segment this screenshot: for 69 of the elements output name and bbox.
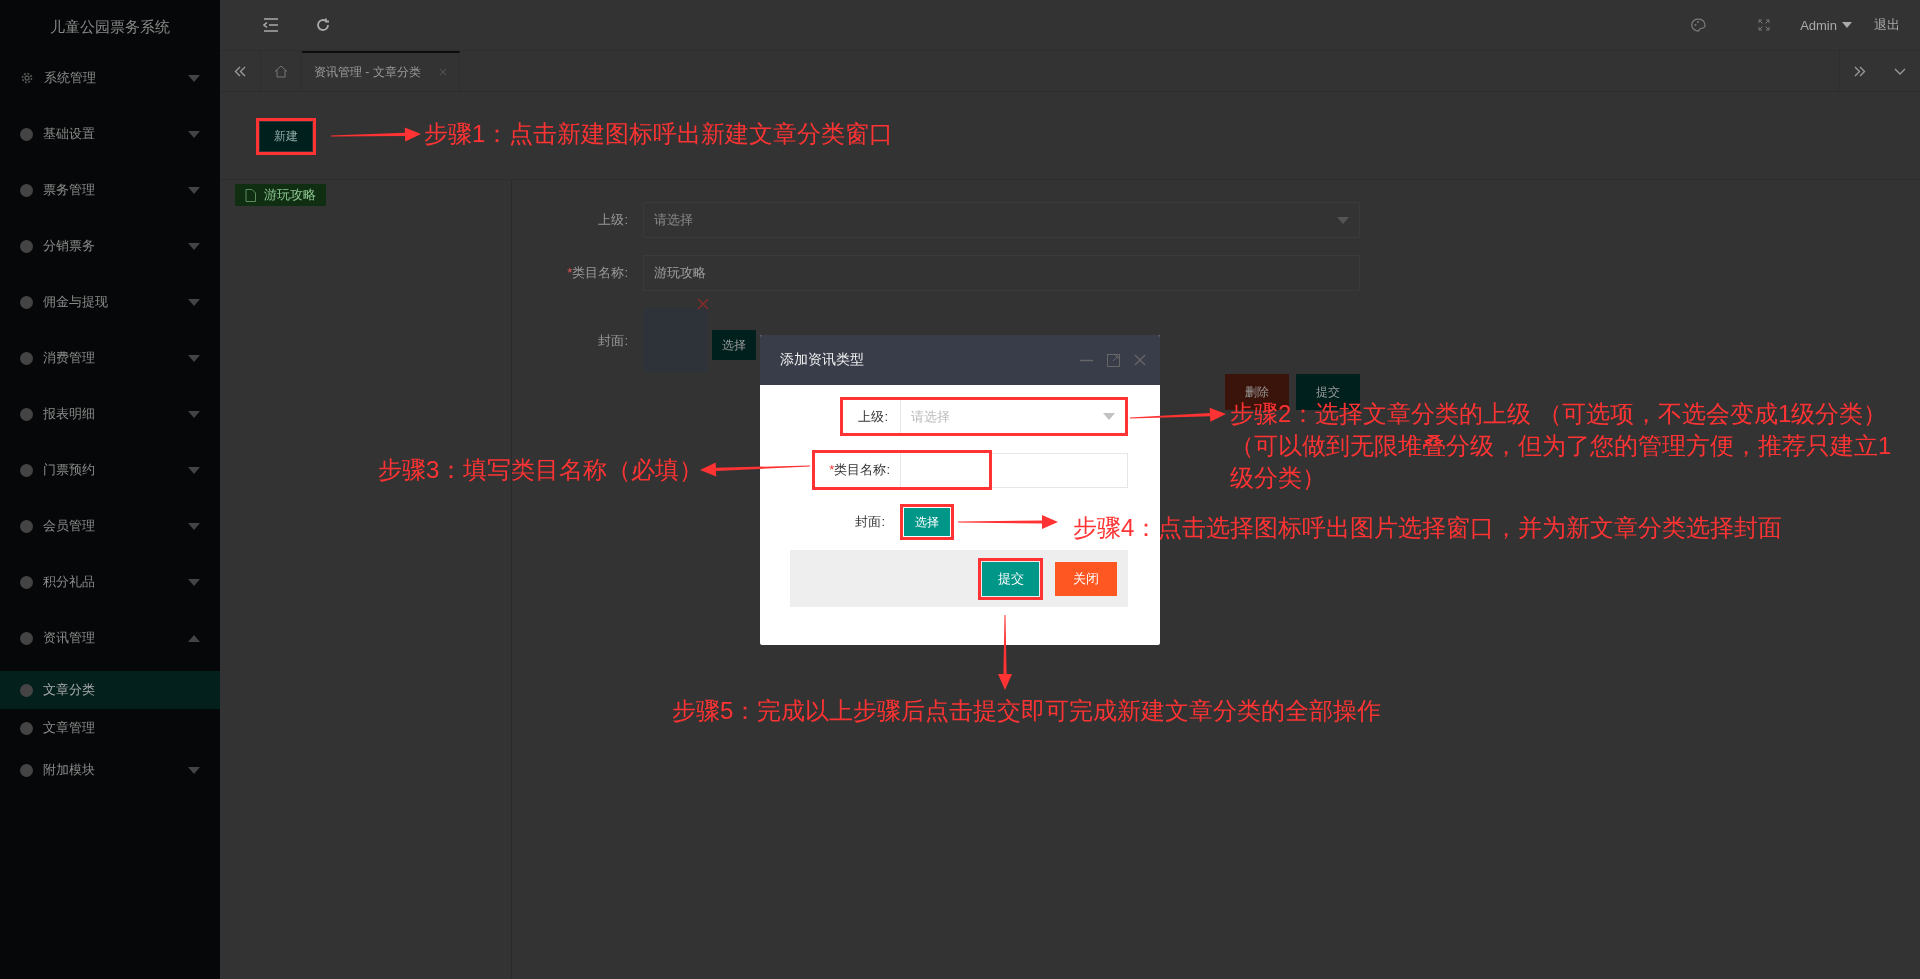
circle-icon <box>20 683 33 697</box>
caret-icon <box>1103 413 1115 420</box>
circle-icon <box>20 239 33 253</box>
user-menu[interactable]: Admin <box>1800 17 1837 33</box>
field-label: *类目名称: <box>828 461 891 479</box>
sidebar-item[interactable]: 消费管理 <box>0 335 220 381</box>
circle-icon <box>20 351 33 365</box>
circle-icon <box>20 631 33 645</box>
sidebar-item[interactable]: 资讯管理 <box>0 615 220 661</box>
close-icon[interactable] <box>438 68 447 76</box>
chevron-down-icon[interactable] <box>1894 67 1906 75</box>
circle-icon <box>20 721 33 735</box>
parent-select[interactable]: 请选择 <box>643 202 1360 238</box>
field-label: 封面: <box>854 513 886 531</box>
circle-icon <box>20 575 33 589</box>
sidebar-subitem[interactable]: 文章分类 <box>0 671 220 709</box>
double-chevron-right-icon[interactable] <box>1854 65 1866 77</box>
annotation-text: （可以做到无限堆叠分级，但为了您的管理方便，推荐只建立1级分类） <box>1230 431 1893 493</box>
field-label: *类目名称: <box>566 264 629 282</box>
home-icon[interactable] <box>274 64 288 78</box>
circle-icon <box>20 183 33 197</box>
dialog-button[interactable]: 关闭 <box>1055 561 1117 596</box>
app-title: 儿童公园票务系统 <box>49 17 171 37</box>
field-label: 上级: <box>857 407 889 426</box>
sidebar-item[interactable]: 分销票务 <box>0 223 220 269</box>
select-button[interactable]: 选择 <box>712 330 756 360</box>
sidebar-item[interactable]: 佣金与提现 <box>0 279 220 325</box>
sidebar-item[interactable]: 系统管理 <box>0 55 220 101</box>
circle-icon <box>20 463 33 477</box>
annotation-text: 步骤4：点击选择图标呼出图片选择窗口，并为新文章分类选择封面 <box>1073 513 1783 543</box>
sidebar-item[interactable]: 积分礼品 <box>0 559 220 605</box>
refresh-icon[interactable] <box>316 18 330 32</box>
photo-placeholder <box>643 308 707 372</box>
sidebar-item[interactable]: 票务管理 <box>0 167 220 213</box>
annotation-text: 步骤3：填写类目名称（必填） <box>378 455 704 485</box>
tree-node[interactable]: 游玩攻略 <box>235 184 326 206</box>
sidebar-item[interactable]: 报表明细 <box>0 391 220 437</box>
dialog-button[interactable]: 提交 <box>982 561 1039 596</box>
sidebar-item[interactable]: 基础设置 <box>0 111 220 157</box>
circle-icon <box>20 295 33 309</box>
palette-icon[interactable] <box>1691 18 1707 32</box>
circle-icon <box>20 763 33 777</box>
caret-icon[interactable] <box>1842 22 1852 28</box>
circle-icon <box>20 519 33 533</box>
sidebar-item[interactable]: 附加模块 <box>0 747 220 793</box>
close-icon[interactable] <box>697 298 709 310</box>
select-button[interactable]: 选择 <box>904 508 950 536</box>
sidebar-item[interactable]: 会员管理 <box>0 503 220 549</box>
maximize-icon[interactable] <box>1107 353 1120 367</box>
new-button[interactable]: 新建 <box>260 122 312 151</box>
annotation-text: 步骤5：完成以上步骤后点击提交即可完成新建文章分类的全部操作 <box>672 696 1382 726</box>
logout-link[interactable]: 退出 <box>1874 16 1900 34</box>
circle-icon <box>20 127 33 141</box>
field-label: 上级: <box>597 211 629 229</box>
fullscreen-icon[interactable] <box>1758 19 1771 31</box>
gear-icon <box>20 71 34 85</box>
annotation-text: 步骤1：点击新建图标呼出新建文章分类窗口 <box>424 119 894 149</box>
dialog-title: 添加资讯类型 <box>780 351 865 369</box>
page-tab[interactable]: 资讯管理 - 文章分类 <box>302 51 460 91</box>
name-input[interactable]: 游玩攻略 <box>643 255 1360 291</box>
field-label: 封面: <box>597 332 629 350</box>
menu-icon[interactable] <box>263 18 279 32</box>
file-icon <box>245 188 256 202</box>
caret-icon <box>1337 216 1349 224</box>
circle-icon <box>20 407 33 421</box>
sidebar-subitem[interactable]: 文章管理 <box>0 709 220 747</box>
close-icon[interactable] <box>1134 354 1146 366</box>
double-chevron-left-icon[interactable] <box>234 65 246 77</box>
sidebar-item[interactable]: 门票预约 <box>0 447 220 493</box>
